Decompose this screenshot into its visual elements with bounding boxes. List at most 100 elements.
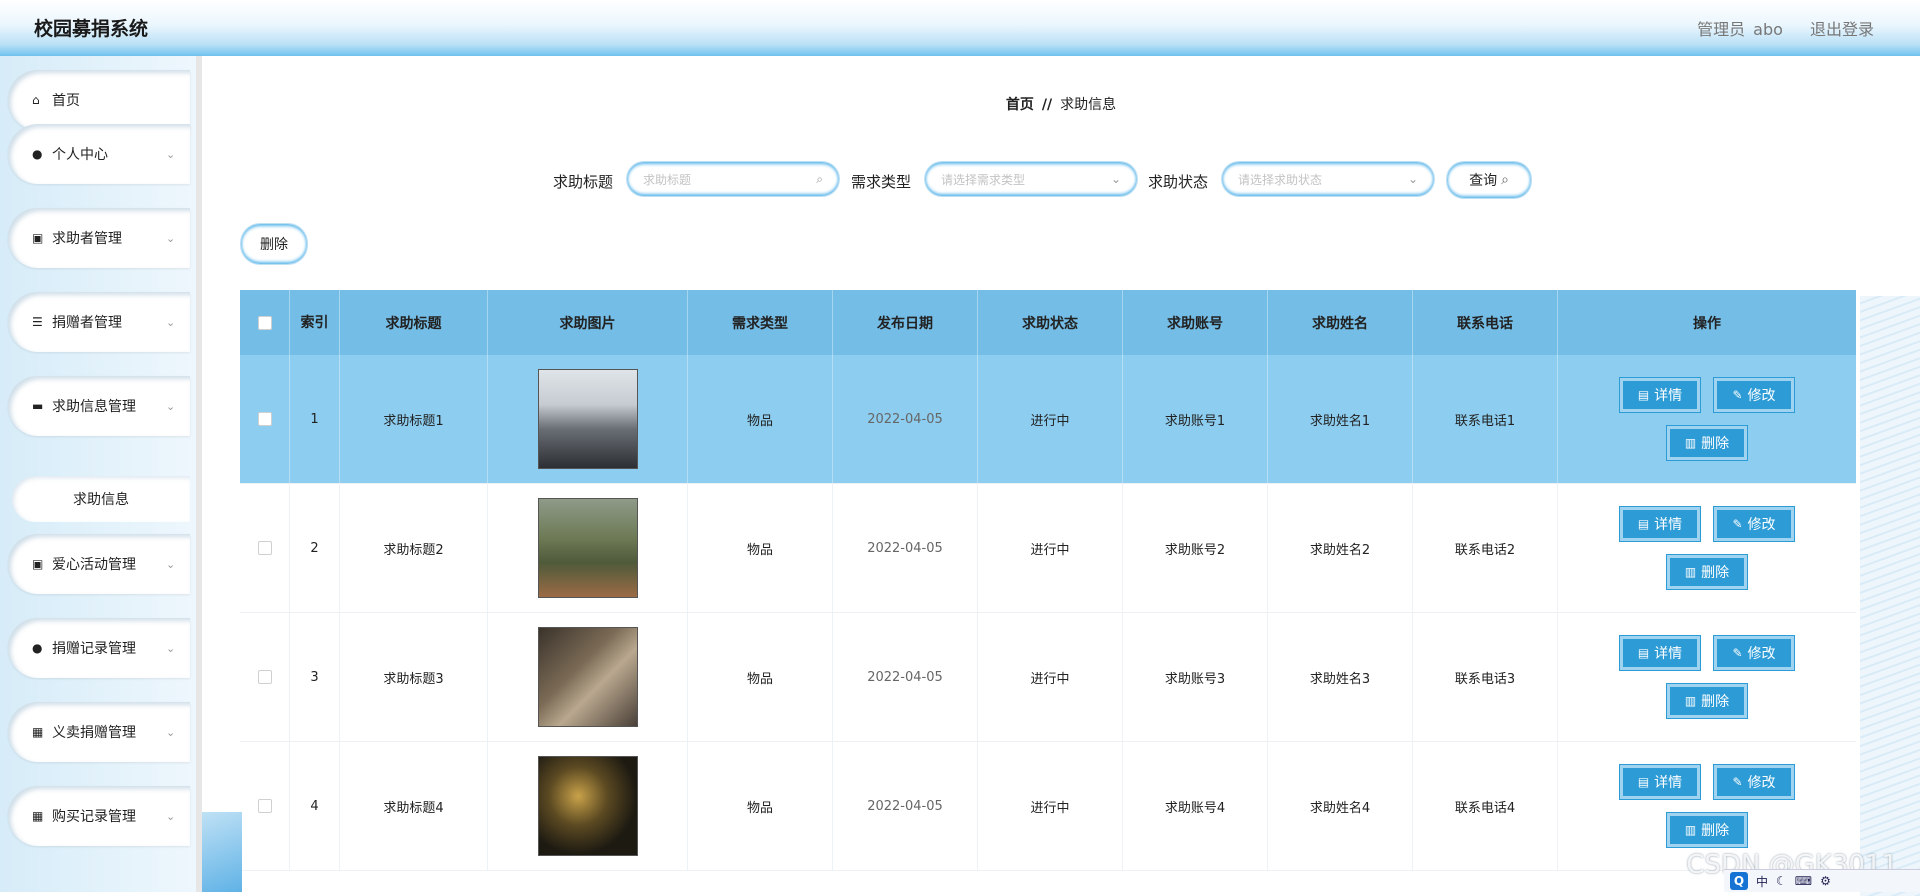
ime-mode[interactable]: 中	[1756, 873, 1768, 890]
title-label: 求助标题	[553, 173, 614, 191]
sidebar-item-help-info[interactable]: ▬ 求助信息管理 ⌄	[8, 376, 190, 436]
row-checkbox[interactable]	[257, 412, 272, 426]
chevron-down-icon: ⌄	[166, 809, 176, 823]
table-row[interactable]: 1 求助标题1 物品 2022-04-05 进行中 求助账号1 求助姓名1 联系…	[240, 355, 1856, 484]
help-info-table: 索引 求助标题 求助图片 需求类型 发布日期 求助状态 求助账号 求助姓名 联系…	[240, 290, 1856, 871]
table-row[interactable]: 4 求助标题4 物品 2022-04-05 进行中 求助账号4 求助姓名4 联系…	[240, 742, 1856, 871]
detail-button[interactable]: ▤ 详情	[1619, 635, 1701, 671]
home-icon: ⌂	[32, 93, 40, 107]
username: abo	[1753, 20, 1783, 39]
cell-date: 2022-04-05	[833, 355, 978, 483]
settings-icon[interactable]: ⚙	[1820, 874, 1831, 888]
sidebar-item-charity-sale[interactable]: ▦ 义卖捐赠管理 ⌄	[8, 702, 190, 762]
cell-status: 进行中	[978, 484, 1123, 612]
query-button[interactable]: 查询 ⌕	[1446, 161, 1532, 199]
main-content: 首页 // 求助信息 求助标题 求助标题 ⌕ 需求类型 请选择需求类型 ⌄ 求助状态 请…	[202, 56, 1920, 896]
row-checkbox[interactable]	[257, 541, 272, 555]
delete-button[interactable]: ▥ 删除	[1666, 425, 1748, 461]
moon-icon[interactable]: ☾	[1776, 874, 1787, 888]
table-row[interactable]: 2 求助标题2 物品 2022-04-05 进行中 求助账号2 求助姓名2 联系…	[240, 484, 1856, 613]
detail-button[interactable]: ▤ 详情	[1619, 377, 1701, 413]
edit-icon: ✎	[1732, 775, 1743, 789]
sidebar-item-seekers[interactable]: ▣ 求助者管理 ⌄	[8, 208, 190, 268]
detail-button[interactable]: ▤ 详情	[1619, 506, 1701, 542]
edit-button[interactable]: ✎ 修改	[1713, 635, 1795, 671]
delete-button[interactable]: ▥ 删除	[1666, 812, 1748, 848]
list-icon: ☰	[32, 315, 43, 329]
cell-account: 求助账号2	[1123, 484, 1268, 612]
cell-type: 物品	[688, 613, 833, 741]
edit-button[interactable]: ✎ 修改	[1713, 506, 1795, 542]
select-all-checkbox[interactable]	[257, 315, 272, 330]
col-account: 求助账号	[1123, 290, 1268, 355]
cell-date: 2022-04-05	[833, 484, 978, 612]
search-icon: ⌕	[816, 171, 823, 186]
chevron-down-icon: ⌄	[166, 641, 176, 655]
edit-icon: ✎	[1732, 388, 1743, 402]
cell-type: 物品	[688, 355, 833, 483]
sidebar-item-donors[interactable]: ☰ 捐赠者管理 ⌄	[8, 292, 190, 352]
cell-title: 求助标题3	[340, 613, 488, 741]
table-row[interactable]: 3 求助标题3 物品 2022-04-05 进行中 求助账号3 求助姓名3 联系…	[240, 613, 1856, 742]
message-icon: ▬	[32, 399, 44, 413]
cell-phone: 联系电话2	[1413, 484, 1558, 612]
cell-phone: 联系电话4	[1413, 742, 1558, 870]
cell-name: 求助姓名4	[1268, 742, 1413, 870]
title-search-input[interactable]: 求助标题 ⌕	[626, 161, 840, 197]
type-select[interactable]: 请选择需求类型 ⌄	[924, 161, 1138, 197]
cell-date: 2022-04-05	[833, 742, 978, 870]
cell-title: 求助标题1	[340, 355, 488, 483]
sidebar-item-home[interactable]: ⌂ 首页	[8, 70, 190, 130]
edit-button[interactable]: ✎ 修改	[1713, 377, 1795, 413]
detail-button[interactable]: ▤ 详情	[1619, 764, 1701, 800]
cell-status: 进行中	[978, 355, 1123, 483]
chevron-down-icon: ⌄	[166, 557, 176, 571]
sidebar-subitem-help-info[interactable]: 求助信息	[12, 476, 190, 522]
breadcrumb-current: 求助信息	[1060, 97, 1117, 113]
help-image	[537, 627, 638, 727]
cell-status: 进行中	[978, 742, 1123, 870]
col-phone: 联系电话	[1413, 290, 1558, 355]
col-actions: 操作	[1693, 315, 1721, 332]
col-status: 求助状态	[978, 290, 1123, 355]
chevron-down-icon: ⌄	[166, 725, 176, 739]
sidebar-item-donation-records[interactable]: ● 捐赠记录管理 ⌄	[8, 618, 190, 678]
cell-account: 求助账号3	[1123, 613, 1268, 741]
system-tray: Q 中 ☾ ⌨ ⚙	[1724, 869, 1920, 892]
row-checkbox[interactable]	[257, 670, 272, 684]
breadcrumb-separator: //	[1041, 97, 1053, 113]
sidebar-item-purchase-records[interactable]: ▦ 购买记录管理 ⌄	[8, 786, 190, 846]
search-bar: 求助标题 求助标题 ⌕ 需求类型 请选择需求类型 ⌄ 求助状态 请选择求助状态 ⌄ 查…	[202, 159, 1920, 199]
document-icon: ▤	[1637, 775, 1650, 789]
header-user-area: 管理员 abo 退出登录	[1675, 16, 1874, 40]
cell-type: 物品	[688, 484, 833, 612]
chevron-down-icon: ⌄	[166, 315, 176, 329]
cell-name: 求助姓名3	[1268, 613, 1413, 741]
status-select[interactable]: 请选择求助状态 ⌄	[1221, 161, 1435, 197]
clipboard-icon: ▣	[32, 557, 44, 571]
edit-button[interactable]: ✎ 修改	[1713, 764, 1795, 800]
clipboard-icon: ▣	[32, 231, 44, 245]
top-header: 校园募捐系统 管理员 abo 退出登录	[0, 0, 1920, 56]
breadcrumb-home[interactable]: 首页	[1006, 97, 1034, 113]
decorative-corner	[202, 812, 242, 892]
col-type: 需求类型	[688, 290, 833, 355]
sidebar-item-activities[interactable]: ▣ 爱心活动管理 ⌄	[8, 534, 190, 594]
delete-button[interactable]: ▥ 删除	[1666, 554, 1748, 590]
cell-name: 求助姓名1	[1268, 355, 1413, 483]
cell-title: 求助标题2	[340, 484, 488, 612]
cell-phone: 联系电话3	[1413, 613, 1558, 741]
chevron-down-icon: ⌄	[166, 231, 176, 245]
cell-title: 求助标题4	[340, 742, 488, 870]
logout-link[interactable]: 退出登录	[1810, 20, 1874, 39]
delete-button[interactable]: ▥ 删除	[1666, 683, 1748, 719]
batch-delete-button[interactable]: 删除	[240, 223, 308, 265]
sidebar-item-personal[interactable]: ● 个人中心 ⌄	[8, 124, 190, 184]
row-checkbox[interactable]	[257, 799, 272, 813]
app-title: 校园募捐系统	[34, 18, 149, 40]
user-icon: ●	[32, 147, 43, 161]
trash-icon: ▥	[1684, 694, 1697, 708]
ime-logo-icon[interactable]: Q	[1730, 872, 1748, 890]
keyboard-icon[interactable]: ⌨	[1795, 874, 1812, 888]
help-image	[537, 498, 638, 598]
